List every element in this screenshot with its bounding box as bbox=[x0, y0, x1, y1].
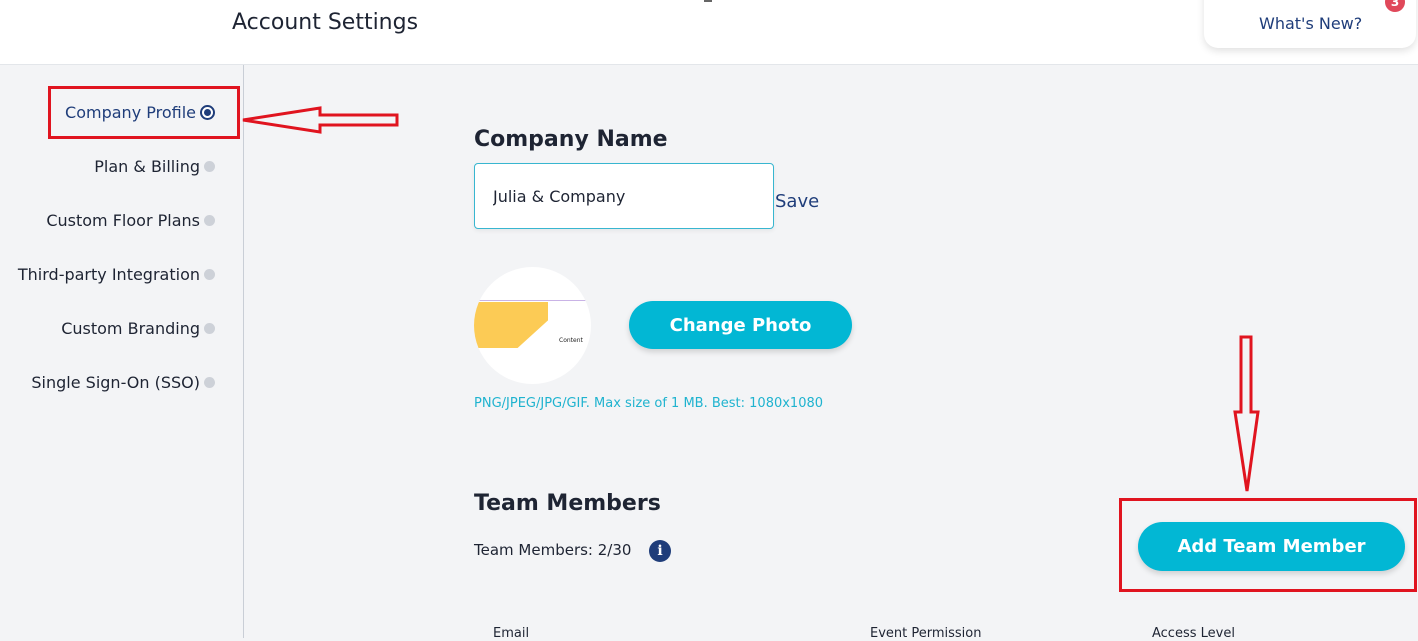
sidebar-item-label: Custom Floor Plans bbox=[46, 210, 200, 230]
page-title: Account Settings bbox=[232, 10, 419, 35]
company-name-input[interactable] bbox=[474, 163, 774, 229]
sidebar-item-third-party-integration[interactable]: Third-party Integration bbox=[18, 262, 215, 286]
photo-hint-text: PNG/JPEG/JPG/GIF. Max size of 1 MB. Best… bbox=[474, 396, 824, 411]
whats-new-label: What's New? bbox=[1259, 14, 1363, 33]
sidebar-item-single-sign-on[interactable]: Single Sign-On (SSO) bbox=[31, 370, 215, 394]
sidebar-item-label: Single Sign-On (SSO) bbox=[31, 372, 200, 392]
sidebar-item-plan-billing[interactable]: Plan & Billing bbox=[94, 154, 215, 178]
annotation-highlight-box bbox=[48, 86, 240, 139]
avatar-line bbox=[474, 300, 591, 301]
save-link[interactable]: Save bbox=[775, 191, 819, 212]
avatar-text: Content bbox=[559, 337, 583, 344]
annotation-highlight-box bbox=[1119, 498, 1417, 592]
annotation-arrow-down bbox=[1233, 335, 1260, 492]
column-header-email: Email bbox=[493, 626, 530, 641]
company-logo-avatar: Content bbox=[474, 267, 591, 384]
column-header-event-permission: Event Permission bbox=[870, 626, 982, 641]
whats-new-button[interactable]: What's New? bbox=[1204, 0, 1416, 48]
avatar-shape bbox=[474, 302, 548, 348]
sidebar-item-custom-branding[interactable]: Custom Branding bbox=[61, 316, 215, 340]
settings-sidebar: Company Profile Plan & Billing Custom Fl… bbox=[0, 65, 244, 638]
sidebar-item-label: Plan & Billing bbox=[94, 156, 200, 176]
sidebar-item-custom-floor-plans[interactable]: Custom Floor Plans bbox=[46, 208, 215, 232]
team-members-heading: Team Members bbox=[474, 491, 661, 516]
radio-dot-icon bbox=[204, 322, 215, 334]
info-icon[interactable]: i bbox=[649, 540, 671, 562]
top-divider-mark bbox=[704, 0, 712, 2]
change-photo-button[interactable]: Change Photo bbox=[629, 301, 852, 349]
company-name-heading: Company Name bbox=[474, 127, 668, 152]
radio-dot-icon bbox=[204, 214, 215, 226]
team-members-count: Team Members: 2/30 bbox=[474, 541, 632, 559]
sidebar-item-label: Third-party Integration bbox=[17, 264, 200, 284]
annotation-arrow-left bbox=[242, 106, 399, 134]
column-header-access-level: Access Level bbox=[1152, 626, 1235, 641]
radio-dot-icon bbox=[204, 376, 215, 388]
radio-dot-icon bbox=[204, 160, 215, 172]
radio-dot-icon bbox=[204, 268, 215, 280]
sidebar-item-label: Custom Branding bbox=[61, 318, 200, 338]
